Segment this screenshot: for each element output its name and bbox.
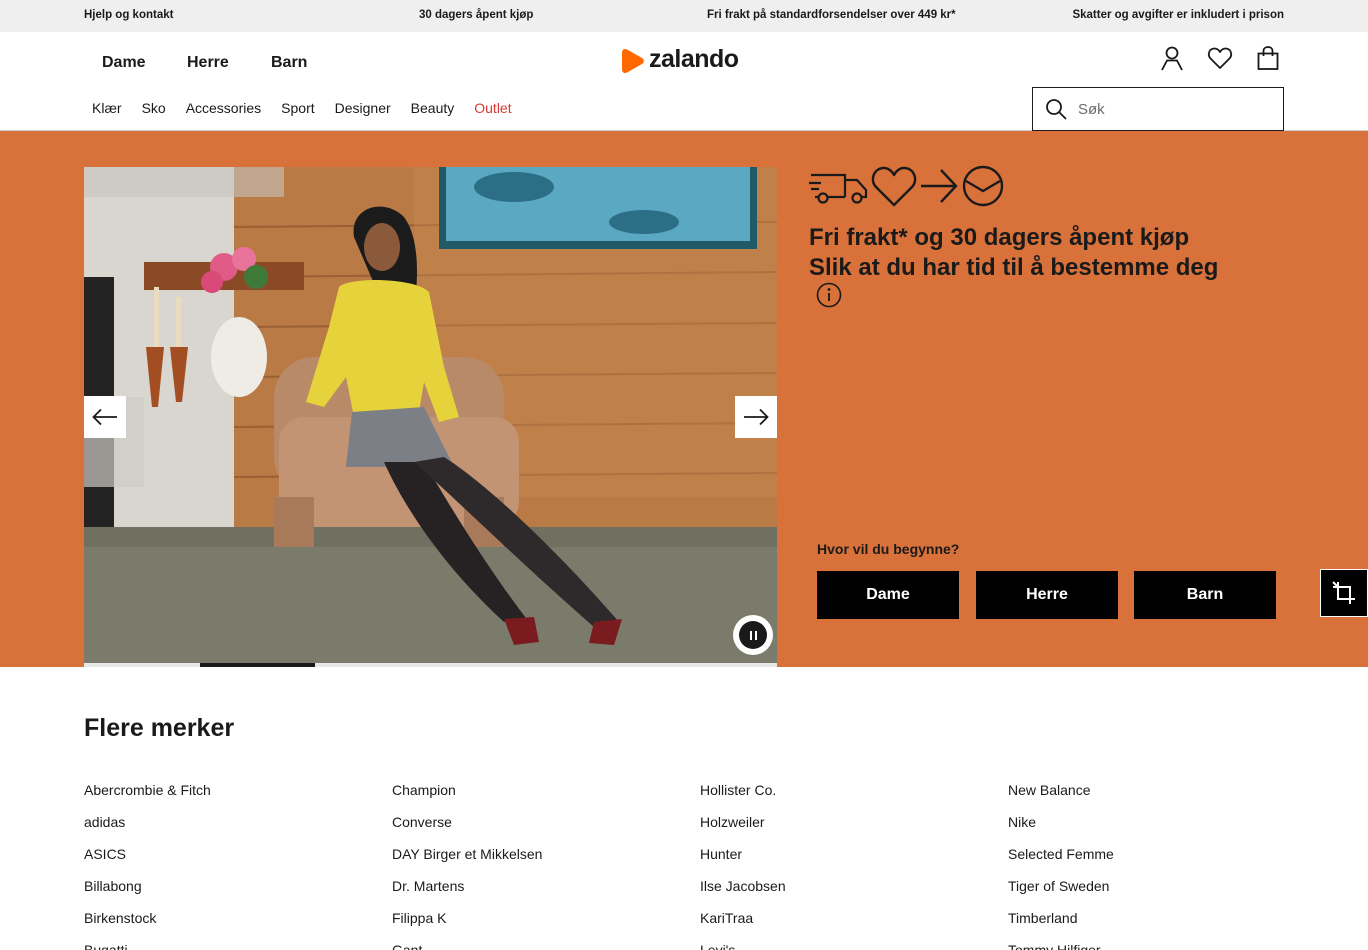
usp-icons <box>809 165 1005 207</box>
category-sko[interactable]: Sko <box>142 100 166 116</box>
arrow-right-icon <box>921 169 958 203</box>
hero-headline-line-1: Fri frakt* og 30 dagers åpent kjøp <box>809 224 1190 251</box>
zalando-logo-mark <box>622 49 644 73</box>
brand-link[interactable]: Timberland <box>1008 909 1114 941</box>
category-nav: Klær Sko Accessories Sport Designer Beau… <box>92 100 512 116</box>
free-shipping-notice[interactable]: Fri frakt på standardforsendelser over 4… <box>707 9 956 21</box>
brand-link[interactable]: Birkenstock <box>84 909 211 941</box>
arrow-left-icon <box>92 408 117 426</box>
brand-link[interactable]: adidas <box>84 813 211 845</box>
info-icon[interactable] <box>816 282 842 308</box>
brand-column-2: Champion Converse DAY Birger et Mikkelse… <box>392 781 542 950</box>
category-klaer[interactable]: Klær <box>92 100 122 116</box>
brand-link[interactable]: Hunter <box>700 845 786 877</box>
brand-link[interactable]: Ilse Jacobsen <box>700 877 786 909</box>
category-sport[interactable]: Sport <box>281 100 314 116</box>
brand-link[interactable]: Filippa K <box>392 909 542 941</box>
brand-link[interactable]: Bugatti <box>84 941 211 950</box>
smile-icon <box>962 165 1004 207</box>
brand-link[interactable]: Gant <box>392 941 542 950</box>
search-box[interactable] <box>1032 87 1284 131</box>
taxes-notice[interactable]: Skatter og avgifter er inkludert i priso… <box>1072 9 1284 21</box>
category-outlet[interactable]: Outlet <box>474 100 511 116</box>
top-info-bar: Hjelp og kontakt 30 dagers åpent kjøp Fr… <box>0 0 1368 32</box>
carousel-next-button[interactable] <box>735 396 777 438</box>
brand-link[interactable]: Abercrombie & Fitch <box>84 781 211 813</box>
brand-link[interactable]: New Balance <box>1008 781 1114 813</box>
brand-link[interactable]: Billabong <box>84 877 211 909</box>
category-designer[interactable]: Designer <box>335 100 391 116</box>
brand-link[interactable]: KariTraa <box>700 909 786 941</box>
brands-title: Flere merker <box>84 714 235 742</box>
brand-link[interactable]: Champion <box>392 781 542 813</box>
header: Dame Herre Barn zalando Klær Sko Accesso… <box>0 32 1368 131</box>
truck-icon <box>809 173 868 204</box>
zalando-logo[interactable]: zalando <box>621 45 739 75</box>
brand-link[interactable]: Nike <box>1008 813 1114 845</box>
heart-icon <box>1207 47 1233 69</box>
help-contact-link[interactable]: Hjelp og kontakt <box>84 9 173 21</box>
brand-link[interactable]: Levi's <box>700 941 786 950</box>
cart-button[interactable] <box>1254 44 1282 72</box>
brand-link[interactable]: Tommy Hilfiger <box>1008 941 1114 950</box>
category-beauty[interactable]: Beauty <box>411 100 455 116</box>
logo-text: zalando <box>649 45 739 73</box>
category-accessories[interactable]: Accessories <box>186 100 261 116</box>
brand-link[interactable]: Converse <box>392 813 542 845</box>
hero-carousel-image[interactable] <box>84 167 777 663</box>
carousel-progress <box>84 663 777 667</box>
carousel-progress-active <box>199 663 315 667</box>
hero-headline: Fri frakt* og 30 dagers åpent kjøp Slik … <box>809 223 1218 283</box>
nav-dame[interactable]: Dame <box>102 54 146 72</box>
brand-link[interactable]: Dr. Martens <box>392 877 542 909</box>
account-button[interactable] <box>1158 44 1186 72</box>
brand-link[interactable]: ASICS <box>84 845 211 877</box>
pause-icon <box>739 621 767 649</box>
carousel-prev-button[interactable] <box>84 396 126 438</box>
cta-herre-button[interactable]: Herre <box>976 571 1118 619</box>
brand-column-1: Abercrombie & Fitch adidas ASICS Billabo… <box>84 781 211 950</box>
brand-link[interactable]: Holzweiler <box>700 813 786 845</box>
crop-icon <box>1332 581 1355 604</box>
screenshot-feedback-button[interactable] <box>1320 569 1368 617</box>
brand-link[interactable]: Hollister Co. <box>700 781 786 813</box>
arrow-right-icon <box>744 408 769 426</box>
cta-dame-button[interactable]: Dame <box>817 571 959 619</box>
brand-link[interactable]: Tiger of Sweden <box>1008 877 1114 909</box>
nav-herre[interactable]: Herre <box>187 54 229 72</box>
nav-barn[interactable]: Barn <box>271 54 307 72</box>
user-icon <box>1161 46 1183 71</box>
wishlist-button[interactable] <box>1206 44 1234 72</box>
carousel-pause-button[interactable] <box>733 615 773 655</box>
heart-icon <box>871 166 917 207</box>
start-question: Hvor vil du begynne? <box>817 541 960 557</box>
search-icon <box>1046 99 1067 120</box>
model-photo <box>84 167 777 663</box>
brand-link[interactable]: DAY Birger et Mikkelsen <box>392 845 542 877</box>
brand-link[interactable]: Selected Femme <box>1008 845 1114 877</box>
hero-banner: Fri frakt* og 30 dagers åpent kjøp Slik … <box>0 131 1368 667</box>
search-input[interactable] <box>1078 100 1268 118</box>
cta-barn-button[interactable]: Barn <box>1134 571 1276 619</box>
brand-column-3: Hollister Co. Holzweiler Hunter Ilse Jac… <box>700 781 786 950</box>
bag-icon <box>1257 46 1279 70</box>
brand-column-4: New Balance Nike Selected Femme Tiger of… <box>1008 781 1114 950</box>
open-purchase-notice[interactable]: 30 dagers åpent kjøp <box>419 9 533 21</box>
hero-headline-line-2: Slik at du har tid til å bestemme deg <box>809 254 1219 281</box>
